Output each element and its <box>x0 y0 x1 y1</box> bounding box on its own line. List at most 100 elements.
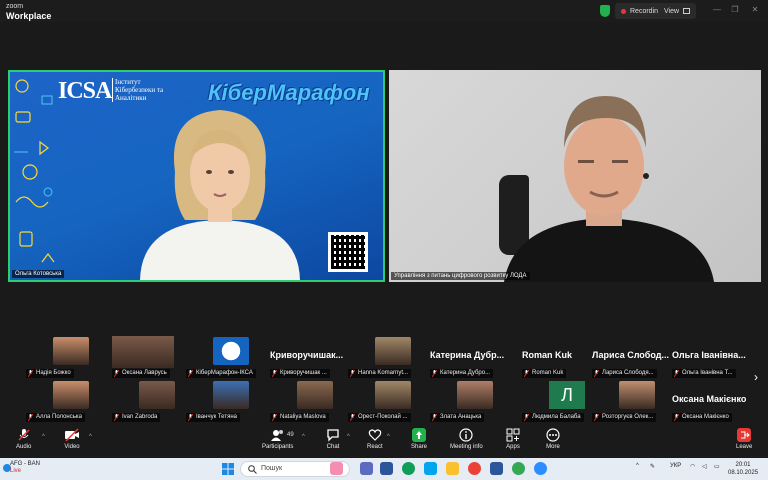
gallery-tile[interactable]: Злата Анацька <box>424 378 524 422</box>
system-clock[interactable]: 20:01 08.10.2025 <box>728 461 758 477</box>
chat-icon <box>327 429 339 442</box>
participant-name-label: Алла Полонська <box>26 413 85 422</box>
participant-thumbnail <box>297 381 333 409</box>
gallery-tile[interactable]: Ольга Іванівна... Ольга Іванівна Т... <box>666 334 766 378</box>
chat-caret-icon[interactable]: ^ <box>347 434 350 440</box>
tray-pen-icon[interactable]: ✎ <box>650 463 655 470</box>
participant-name-label: Nataliya Maslova <box>270 413 329 422</box>
meeting-info-button[interactable]: Meeting info <box>450 428 483 450</box>
mic-muted-icon <box>114 414 119 421</box>
more-icon <box>546 428 560 442</box>
chevron-right-icon[interactable]: › <box>754 370 758 384</box>
mic-muted-icon <box>674 414 679 421</box>
video-caret-icon[interactable]: ^ <box>89 434 92 440</box>
participant-name-label: Іванчук Тетяна <box>186 413 240 422</box>
task-view-icon[interactable] <box>360 462 373 475</box>
windows-start-icon[interactable] <box>222 463 234 475</box>
chat-label: Chat <box>326 444 340 450</box>
mic-muted-icon <box>350 370 355 377</box>
icsa-logo-thumbnail <box>213 337 249 365</box>
apps-label: Apps <box>506 444 520 450</box>
participant-thumbnail <box>53 337 89 365</box>
weather-widget[interactable]: AFG - BAN Live <box>10 461 40 475</box>
mic-muted-icon <box>28 414 33 421</box>
chrome-icon[interactable] <box>468 462 481 475</box>
participant-name-label: Злата Анацька <box>430 413 485 422</box>
edge-icon[interactable] <box>402 462 415 475</box>
mic-muted-icon <box>524 370 529 377</box>
participant-person-image <box>504 96 714 282</box>
audio-button[interactable]: Audio <box>16 428 31 450</box>
icsa-subtitle: Інститут Кібербезпеки та Аналітики <box>112 78 176 102</box>
tray-chevron-up-icon[interactable]: ^ <box>636 463 639 469</box>
view-label: View <box>664 7 680 15</box>
copilot-icon[interactable] <box>330 462 343 475</box>
view-button[interactable]: View <box>658 3 697 19</box>
participant-thumbnail <box>112 336 174 368</box>
search-placeholder: Пошук <box>261 465 283 472</box>
teams-icon[interactable] <box>380 462 393 475</box>
mic-muted-icon <box>674 370 679 377</box>
gallery-tile[interactable]: Оксана Макієнко Оксана Макієнко <box>666 378 766 422</box>
share-label: Share <box>411 444 428 450</box>
doodle-pattern-icon <box>14 79 55 263</box>
chat-button[interactable]: Chat <box>326 428 340 450</box>
clock-date: 08.10.2025 <box>728 470 759 476</box>
mic-muted-icon <box>432 370 437 377</box>
chrome-profile-icon[interactable] <box>512 462 525 475</box>
file-explorer-icon[interactable] <box>446 462 459 475</box>
react-button[interactable]: React <box>367 428 383 450</box>
language-indicator[interactable]: УКР <box>670 463 681 469</box>
wifi-icon[interactable]: ◠ <box>690 463 695 470</box>
restore-icon[interactable]: ❐ <box>730 5 740 15</box>
store-icon[interactable] <box>424 462 437 475</box>
participant-thumbnail <box>375 381 411 409</box>
logo-line2: Workplace <box>6 11 52 21</box>
mic-muted-icon <box>18 429 30 441</box>
volume-icon[interactable]: ◁ <box>702 463 707 470</box>
participant-name-label: Орест-Поколай ... <box>348 413 411 422</box>
participants-caret-icon[interactable]: ^ <box>302 434 305 440</box>
speaker-person-image <box>140 110 300 280</box>
apps-button[interactable]: Apps <box>506 428 520 450</box>
mic-muted-icon <box>114 370 119 377</box>
shield-icon[interactable] <box>600 5 610 17</box>
gallery-tile[interactable]: Надія Божко <box>20 334 120 378</box>
video-tile-participant[interactable]: Управління з питань цифрового розвитку Л… <box>389 70 761 282</box>
video-button[interactable]: Video <box>64 428 80 450</box>
react-label: React <box>367 444 383 450</box>
heart-icon <box>368 429 382 441</box>
mic-muted-icon <box>594 370 599 377</box>
weather-line1: AFG - BAN <box>10 461 41 467</box>
leave-label: Leave <box>736 444 753 450</box>
participants-icon <box>270 430 283 441</box>
react-caret-icon[interactable]: ^ <box>387 434 390 440</box>
more-button[interactable]: More <box>546 428 560 450</box>
video-label: Video <box>64 444 80 450</box>
participant-thumbnail <box>139 381 175 409</box>
leave-button[interactable]: Leave <box>736 428 752 450</box>
participant-display-name: Катерина Дубр... <box>430 350 505 360</box>
participant-name-label: Людмила Балаба <box>522 413 584 422</box>
zoom-taskbar-icon[interactable] <box>534 462 547 475</box>
participant-display-name: Ольга Іванівна... <box>672 350 746 360</box>
more-label: More <box>546 444 560 450</box>
participant-thumbnail <box>213 381 249 409</box>
gallery-tile[interactable]: Катерина Дубр... Катерина Дубро... <box>424 334 524 378</box>
participant-name-label: Roman Kuk <box>522 369 567 378</box>
search-icon <box>248 465 257 474</box>
participant-name-label: КіберМарафон-ІКСА <box>186 369 256 378</box>
video-tile-speaker[interactable]: ICSA Інститут Кібербезпеки та Аналітики … <box>8 70 385 282</box>
mic-muted-icon <box>188 370 193 377</box>
apps-icon <box>506 428 520 442</box>
close-icon[interactable]: ✕ <box>750 5 760 15</box>
word-icon[interactable] <box>490 462 503 475</box>
participant-name-label: Ivan Zabroda <box>112 413 161 422</box>
battery-icon[interactable]: ▭ <box>714 463 720 470</box>
audio-caret-icon[interactable]: ^ <box>42 434 45 440</box>
share-button[interactable]: Share <box>411 428 427 450</box>
gallery-tile[interactable]: Алла Полонська <box>20 378 120 422</box>
qr-code <box>328 232 368 272</box>
minimize-icon[interactable]: — <box>712 5 722 15</box>
participant-name-label: Криворучишак ... <box>270 369 330 378</box>
